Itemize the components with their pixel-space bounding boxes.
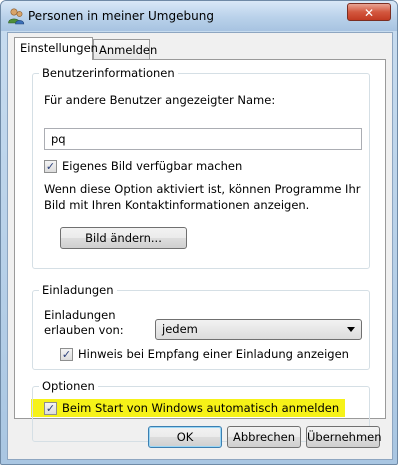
allow-invitations-dropdown[interactable]: jedem <box>155 319 362 340</box>
auto-login-label[interactable]: Beim Start von Windows automatisch anmel… <box>62 401 339 415</box>
checkmark-icon: ✓ <box>45 160 56 173</box>
allow-label-line-1: Einladungen <box>44 308 116 322</box>
tab-label: Anmelden <box>99 43 158 57</box>
tab-panel-einstellungen: Benutzerinformationen Für andere Benutze… <box>14 59 386 442</box>
ok-label: OK <box>176 430 194 444</box>
display-name-input[interactable]: pq <box>44 128 362 150</box>
tab-label: Einstellungen <box>20 41 98 55</box>
change-picture-label: Bild ändern... <box>85 231 162 245</box>
notify-invitation-label[interactable]: Hinweis bei Empfang einer Einladung anze… <box>78 347 349 361</box>
window-title: Personen in meiner Umgebung <box>28 9 214 23</box>
chevron-down-icon <box>347 327 355 332</box>
user-info-legend: Benutzerinformationen <box>39 66 178 80</box>
change-picture-button[interactable]: Bild ändern... <box>60 227 187 249</box>
tab-anmelden[interactable]: Anmelden <box>93 39 157 59</box>
description-line-1: Wenn diese Option aktiviert ist, können … <box>44 182 361 196</box>
dialog-window: Personen in meiner Umgebung ✕ Einstellun… <box>0 0 398 465</box>
auto-login-checkbox[interactable]: ✓ <box>44 402 57 415</box>
checkmark-icon: ✓ <box>45 402 56 415</box>
description-line-2: Bild mit Ihren Kontaktinformationen anze… <box>44 198 310 212</box>
people-icon <box>8 8 25 25</box>
close-icon: ✕ <box>363 6 375 20</box>
display-name-value: pq <box>51 132 66 146</box>
dialog-client-area: Einstellungen Anmelden Benutzerinformati… <box>7 32 393 460</box>
own-picture-checkbox[interactable]: ✓ <box>44 160 57 173</box>
title-bar[interactable]: Personen in meiner Umgebung ✕ <box>1 1 397 31</box>
allow-label-line-2: erlauben von: <box>44 323 124 337</box>
ok-button[interactable]: OK <box>148 426 222 448</box>
notify-invitation-checkbox[interactable]: ✓ <box>60 348 73 361</box>
options-legend: Optionen <box>39 379 98 393</box>
display-name-label: Für andere Benutzer angezeigter Name: <box>44 93 276 107</box>
invitations-legend: Einladungen <box>39 283 117 297</box>
cancel-button[interactable]: Abbrechen <box>227 426 301 448</box>
allow-invitations-value: jedem <box>162 322 198 336</box>
apply-label: Übernehmen <box>307 430 382 444</box>
tab-einstellungen[interactable]: Einstellungen <box>14 37 98 60</box>
apply-button[interactable]: Übernehmen <box>306 426 382 448</box>
close-button[interactable]: ✕ <box>347 3 391 21</box>
own-picture-label[interactable]: Eigenes Bild verfügbar machen <box>62 159 242 173</box>
cancel-label: Abbrechen <box>233 430 295 444</box>
user-info-group: Benutzerinformationen Für andere Benutze… <box>32 66 370 269</box>
invitations-group: Einladungen Einladungen erlauben von: je… <box>32 283 370 370</box>
checkmark-icon: ✓ <box>61 348 72 361</box>
